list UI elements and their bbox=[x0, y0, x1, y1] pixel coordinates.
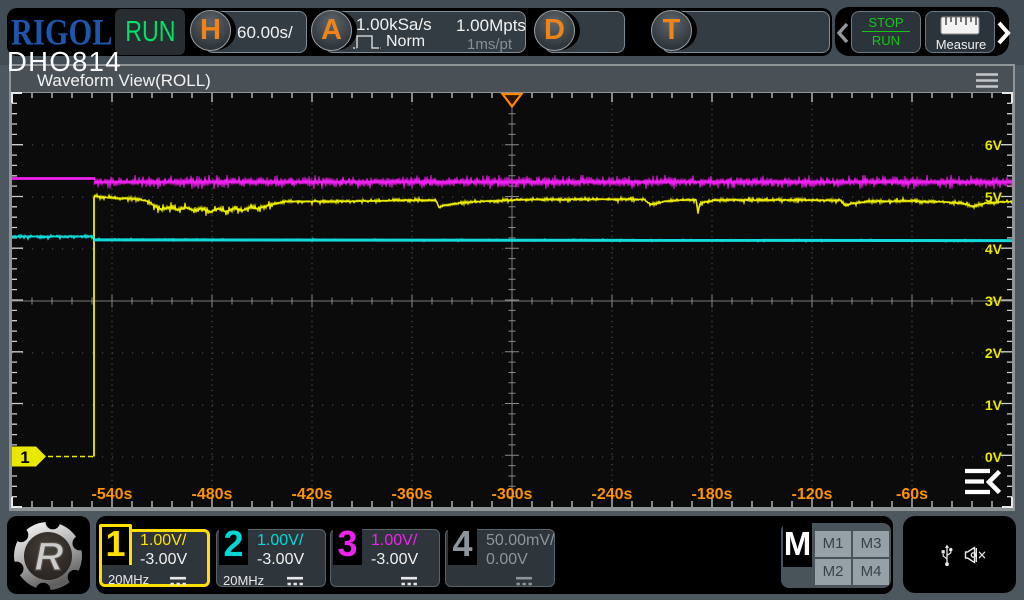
svg-text:1: 1 bbox=[20, 448, 29, 467]
svg-text:-120s: -120s bbox=[792, 486, 833, 503]
svg-text:-240s: -240s bbox=[592, 486, 633, 503]
svg-text:-420s: -420s bbox=[292, 486, 333, 503]
svg-text:R: R bbox=[35, 535, 64, 579]
svg-text:4V: 4V bbox=[985, 241, 1003, 257]
svg-text:6V: 6V bbox=[985, 137, 1003, 153]
svg-text:-300s: -300s bbox=[492, 486, 533, 503]
svg-text:-480s: -480s bbox=[192, 486, 233, 503]
svg-text:-540s: -540s bbox=[92, 486, 133, 503]
svg-text:-180s: -180s bbox=[692, 486, 733, 503]
svg-text:-360s: -360s bbox=[392, 486, 433, 503]
svg-text:-60s: -60s bbox=[896, 486, 928, 503]
svg-text:1V: 1V bbox=[985, 397, 1003, 413]
svg-text:0V: 0V bbox=[985, 449, 1003, 465]
svg-text:2V: 2V bbox=[985, 345, 1003, 361]
svg-text:3V: 3V bbox=[985, 293, 1003, 309]
